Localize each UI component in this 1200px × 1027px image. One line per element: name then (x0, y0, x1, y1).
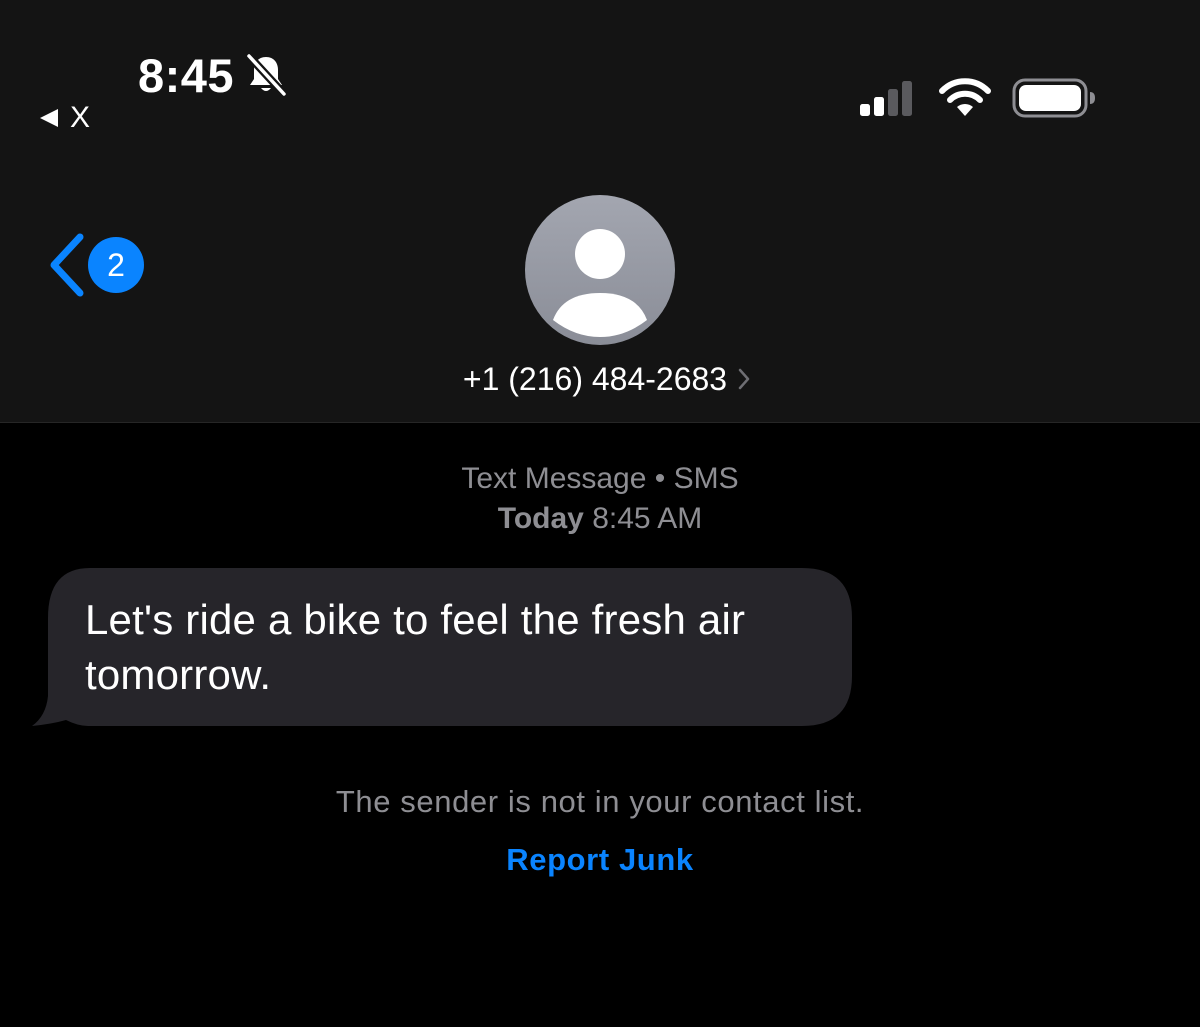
service-type: SMS (673, 462, 739, 495)
status-time-group: 8:45 (138, 48, 289, 102)
chevron-right-icon (738, 368, 750, 390)
service-separator: • (654, 462, 666, 495)
battery-icon (1012, 78, 1095, 118)
message-service-label: Text Message • SMS (0, 462, 1200, 496)
message-timestamp: Today 8:45 AM (0, 502, 1200, 536)
unknown-sender-notice: The sender is not in your contact list. (335, 784, 865, 819)
wifi-icon (939, 78, 991, 116)
service-name: Text Message (461, 462, 647, 495)
person-silhouette-icon (553, 229, 647, 337)
chevron-left-icon (50, 233, 84, 297)
cellular-signal-icon (860, 81, 912, 116)
timestamp-time: 8:45 AM (592, 502, 703, 535)
status-time: 8:45 (138, 48, 235, 102)
unread-count-badge: 2 (88, 237, 144, 293)
message-bubble[interactable]: Let's ride a bike to feel the fresh air … (30, 568, 852, 728)
message-text: Let's ride a bike to feel the fresh air … (85, 596, 746, 698)
timestamp-day: Today (497, 502, 584, 535)
back-button[interactable]: 2 (46, 232, 144, 298)
back-app-label: X (70, 101, 91, 134)
back-to-app-button[interactable]: X (38, 100, 90, 136)
bell-slash-icon (245, 52, 289, 98)
back-triangle-icon (40, 109, 58, 127)
contact-name: +1 (216) 484-2683 (462, 360, 728, 397)
messages-screen: 8:45 X 2 +1 (216) 484-2683 Text Message … (0, 0, 1200, 1027)
conversation-header: 8:45 X 2 +1 (216) 484-2683 (0, 0, 1200, 423)
contact-details-button[interactable]: +1 (216) 484-2683 (0, 356, 1200, 402)
contact-avatar[interactable] (525, 195, 675, 345)
report-junk-link[interactable]: Report Junk (0, 842, 1200, 878)
